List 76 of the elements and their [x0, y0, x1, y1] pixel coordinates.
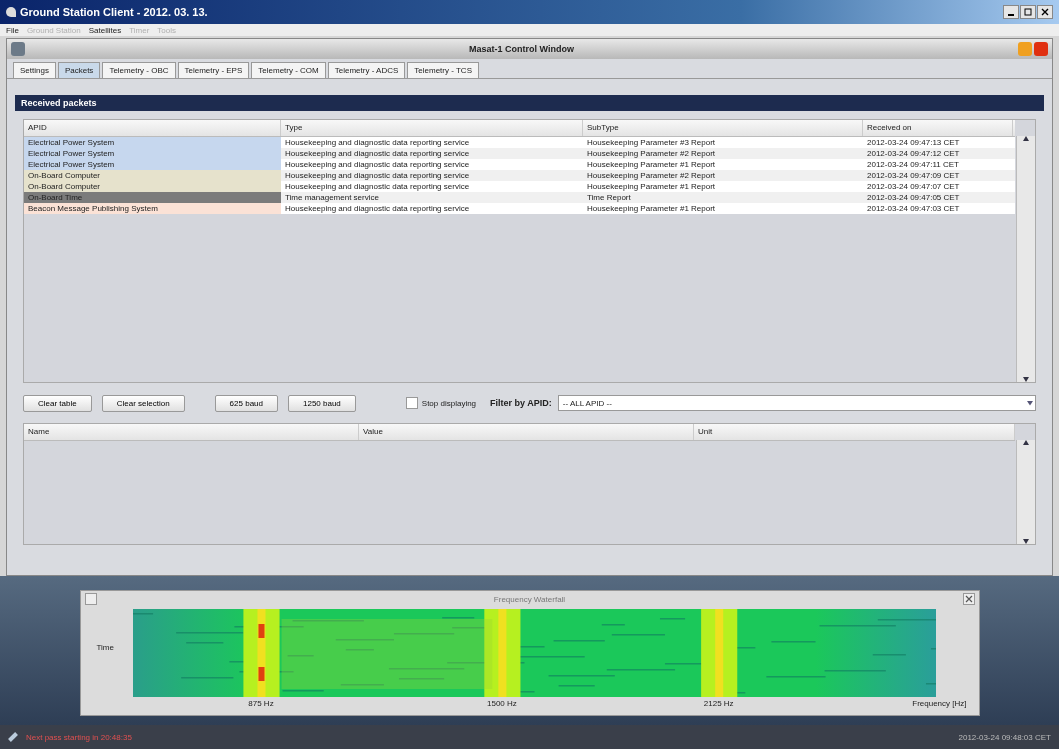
control-window-title: Masat-1 Control Window [468, 44, 575, 54]
column-header[interactable]: SubType [583, 120, 863, 136]
table-cell: Beacon Message Publishing System [24, 203, 281, 214]
axis-label: Time [96, 643, 114, 652]
table-cell-text: Housekeeping Parameter #1 Report [586, 159, 717, 170]
column-header[interactable]: Unit [694, 424, 1015, 440]
maximize-button[interactable] [1020, 5, 1036, 19]
checkbox[interactable] [405, 397, 418, 409]
pencil-icon [8, 732, 18, 742]
table-cell-text: Housekeeping and diagnostic data reporting service [284, 159, 471, 170]
tab[interactable]: Telemetry - COM [251, 62, 326, 78]
close-button[interactable] [962, 593, 975, 605]
table-cell-text: 2012-03-24 09:47:05 CET [866, 192, 961, 203]
tab[interactable]: Settings [13, 62, 56, 78]
table-cell-text: Time Report [586, 192, 632, 203]
axis-label: 2125 Hz [703, 699, 734, 708]
table-cell-text: Housekeeping Parameter #3 Report [586, 137, 717, 148]
status-message: Next pass starting in 20:48:35 [26, 732, 132, 742]
minimize-icon [1008, 13, 1014, 16]
table-cell-text: 2012-03-24 09:47:12 CET [866, 148, 961, 159]
table-cell-text: 2012-03-24 09:47:07 CET [866, 181, 961, 192]
tab[interactable]: Telemetry - EPS [177, 62, 250, 78]
axis-label: 1500 Hz [487, 699, 517, 708]
baud-button[interactable]: 1250 baud [288, 394, 356, 412]
table-cell: Electrical Power System [24, 148, 281, 159]
close-button[interactable] [1037, 5, 1053, 19]
table-cell-text: Time management service [284, 192, 380, 203]
table-cell: On-Board Time [24, 192, 281, 203]
menu-item[interactable]: Satellites [88, 25, 122, 35]
table-cell-text: Housekeeping and diagnostic data reporting service [284, 170, 471, 181]
table-cell-text: Housekeeping Parameter #2 Report [586, 148, 717, 159]
scroll-bar[interactable] [1016, 136, 1035, 382]
tab[interactable]: Telemetry - OBC [102, 62, 176, 78]
waterfall-title: Frequency Waterfall [492, 594, 567, 604]
tab[interactable]: Telemetry - ADCS [327, 62, 406, 78]
column-header[interactable]: Received on [863, 120, 1013, 136]
maximize-icon [1023, 7, 1033, 17]
table-cell: Electrical Power System [24, 159, 281, 170]
table-cell-text: Housekeeping and diagnostic data reporting service [284, 148, 471, 159]
column-header[interactable]: Name [24, 424, 359, 440]
window-menu-button[interactable] [84, 593, 97, 605]
scroll-bar[interactable] [1016, 440, 1035, 544]
filter-label: Filter by APID: [490, 398, 552, 408]
minimize-button[interactable] [1003, 5, 1019, 19]
table-cell-text: Housekeeping Parameter #1 Report [586, 203, 717, 214]
tab[interactable]: Telemetry - TCS [407, 62, 479, 78]
table-cell-text: 2012-03-24 09:47:11 CET [866, 159, 960, 170]
table-cell-text: 2012-03-24 09:47:09 CET [866, 170, 961, 181]
close-icon [1040, 7, 1050, 17]
clear-table-button[interactable]: Clear table [23, 394, 92, 412]
checkbox-label: Stop displaying [421, 398, 477, 408]
table-cell-text: 2012-03-24 09:47:13 CET [866, 137, 961, 148]
status-time: 2012-03-24 09:48:03 CET [958, 732, 1051, 742]
table-cell: On-Board Computer [24, 181, 281, 192]
column-header[interactable]: Type [281, 120, 583, 136]
axis-label: 875 Hz [248, 699, 274, 708]
close-icon [963, 594, 974, 604]
table-cell-text: Housekeeping Parameter #2 Report [586, 170, 717, 181]
menu-item[interactable]: File [6, 25, 19, 35]
column-header[interactable]: Value [359, 424, 694, 440]
window-menu-button[interactable] [11, 42, 25, 56]
table-cell-text: Housekeeping and diagnostic data reporting service [284, 181, 471, 192]
axis-title: Frequency [Hz] [912, 699, 967, 708]
baud-button[interactable]: 625 baud [214, 394, 278, 412]
column-header[interactable]: APID [24, 120, 281, 136]
tab[interactable]: Packets [57, 62, 101, 78]
panel-title: Received packets [21, 98, 97, 108]
table-cell-text: Housekeeping Parameter #1 Report [586, 181, 717, 192]
window-title: Ground Station Client - 2012. 03. 13. [20, 6, 208, 18]
clear-selection-button[interactable]: Clear selection [101, 394, 185, 412]
table-cell-text: Housekeeping and diagnostic data reporting service [284, 137, 471, 148]
table-cell: Electrical Power System [24, 137, 281, 148]
table-cell: On-Board Computer [24, 170, 281, 181]
table-cell-text: Housekeeping and diagnostic data reporting service [284, 203, 471, 214]
table-cell-text: 2012-03-24 09:47:03 CET [866, 203, 961, 214]
apid-dropdown[interactable]: -- ALL APID -- [557, 395, 1036, 411]
